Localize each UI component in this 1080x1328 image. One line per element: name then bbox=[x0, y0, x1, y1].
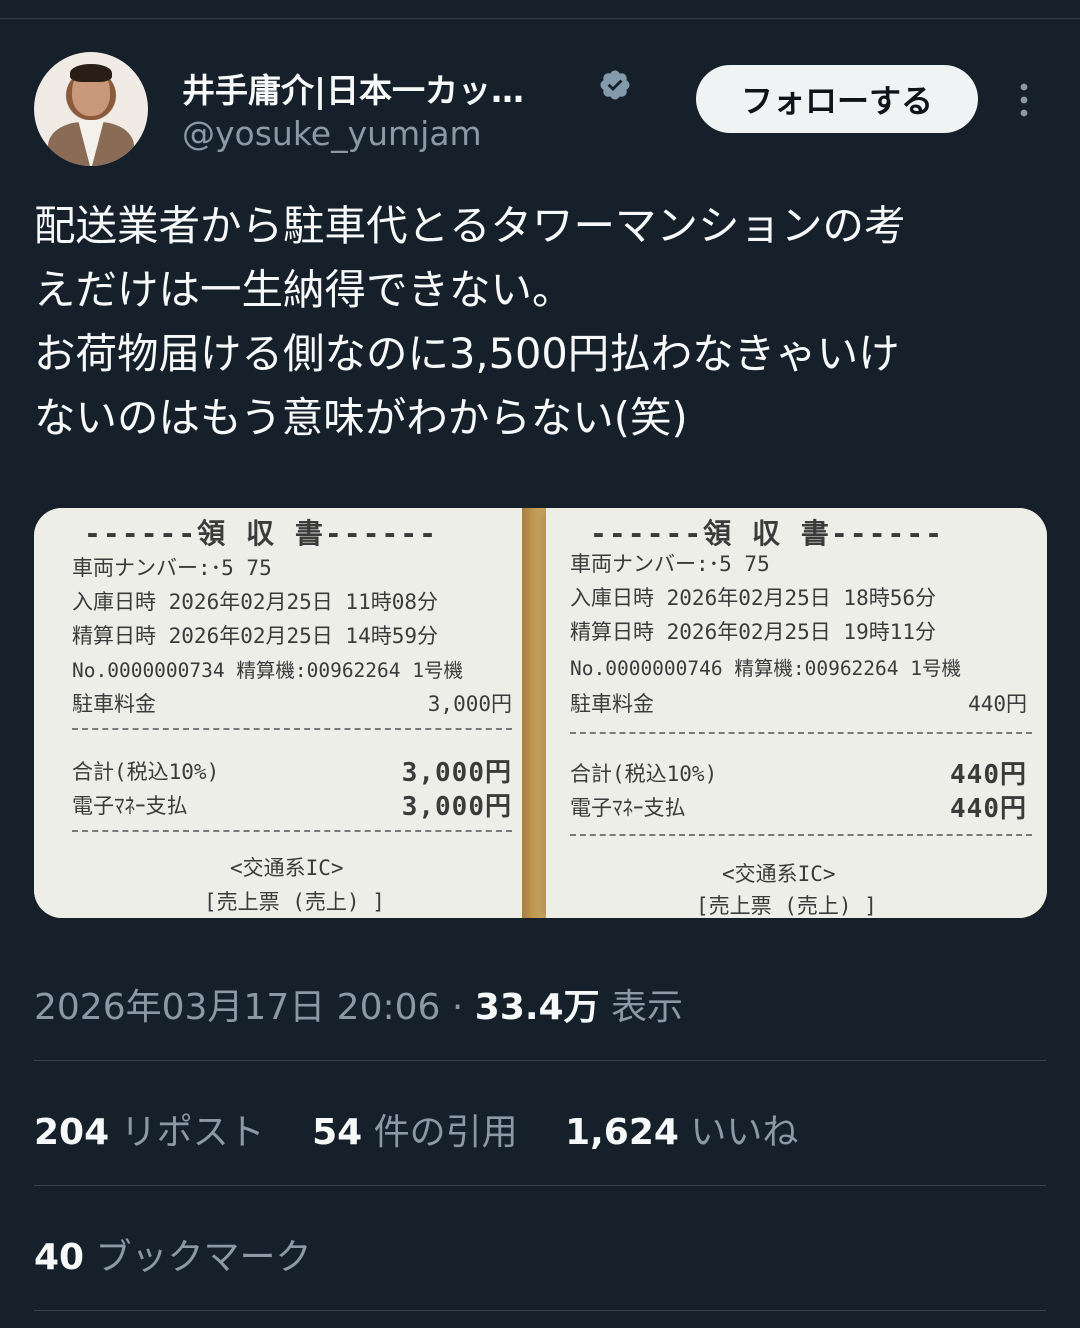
receipt-fee-label: 駐車料金 bbox=[570, 692, 654, 716]
reposts-stat[interactable]: 204 リポスト bbox=[34, 1103, 265, 1155]
tweet-text: 配送業者から駐車代とるタワーマンションの考 えだけは一生納得できない。 お荷物届… bbox=[34, 201, 906, 442]
quotes-label: 件の引用 bbox=[362, 1112, 518, 1153]
bookmarks-count: 40 bbox=[34, 1237, 85, 1278]
receipt-ic: <交通系IC> bbox=[722, 862, 836, 886]
receipt-vehicle: 車両ナンバー:･5 75 bbox=[72, 556, 272, 580]
receipt-settle: 精算日時 2026年02月25日 14時59分 bbox=[72, 624, 439, 648]
receipt-machine: No.0000000734 精算機:00962264 1号機 bbox=[72, 659, 463, 682]
receipt-machine: No.0000000746 精算機:00962264 1号機 bbox=[570, 657, 961, 680]
receipt-rule bbox=[72, 830, 512, 832]
receipt-total-value: 440円 bbox=[950, 760, 1027, 790]
tweet-meta: 2026年03月17日 20:06 · 33.4万 表示 bbox=[34, 978, 683, 1030]
receipt-rule bbox=[570, 732, 1032, 734]
divider bbox=[34, 1060, 1046, 1061]
receipt-fee-value: 3,000円 bbox=[427, 692, 512, 716]
receipt-fee-label: 駐車料金 bbox=[72, 692, 156, 716]
receipt-vehicle: 車両ナンバー:･5 75 bbox=[570, 552, 770, 576]
receipt-sales: [売上票 (売上) ] bbox=[204, 890, 385, 914]
verified-badge-icon bbox=[600, 70, 630, 100]
author-avatar[interactable] bbox=[34, 52, 148, 166]
receipt-title: ------領 収 書------ bbox=[84, 517, 439, 550]
receipt-title: ------領 収 書------ bbox=[590, 517, 945, 550]
divider bbox=[34, 1185, 1046, 1186]
quotes-count: 54 bbox=[312, 1112, 363, 1153]
meta-separator: · bbox=[440, 987, 475, 1028]
photo-background bbox=[522, 508, 546, 918]
receipt-entry: 入庫日時 2026年02月25日 18時56分 bbox=[570, 586, 937, 610]
likes-label: いいね bbox=[678, 1112, 799, 1153]
author-display-name[interactable]: 井手庸介|日本一カッ… bbox=[182, 64, 524, 112]
receipt-total-label: 合計(税込10%) bbox=[72, 760, 220, 784]
receipt-emoney-label: 電子ﾏﾈｰ支払 bbox=[570, 796, 686, 820]
receipt-right: ------領 収 書------ 車両ナンバー:･5 75 入庫日時 2026… bbox=[546, 508, 1047, 918]
engagement-stats: 204 リポスト 54 件の引用 1,624 いいね bbox=[34, 1103, 834, 1155]
receipt-entry: 入庫日時 2026年02月25日 11時08分 bbox=[72, 590, 439, 614]
bookmarks-label: ブックマーク bbox=[84, 1237, 312, 1278]
receipt-settle: 精算日時 2026年02月25日 19時11分 bbox=[570, 620, 937, 644]
receipt-emoney-value: 3,000円 bbox=[401, 792, 512, 822]
quotes-stat[interactable]: 54 件の引用 bbox=[312, 1103, 518, 1155]
receipt-fee-value: 440円 bbox=[968, 692, 1027, 716]
receipt-total-value: 3,000円 bbox=[401, 758, 512, 788]
follow-button[interactable]: フォローする bbox=[696, 65, 978, 133]
divider bbox=[34, 1310, 1046, 1311]
receipt-ic: <交通系IC> bbox=[230, 856, 344, 880]
views-label: 表示 bbox=[599, 987, 684, 1028]
receipt-sales: [売上票 (売上) ] bbox=[696, 894, 877, 918]
reposts-label: リポスト bbox=[109, 1112, 265, 1153]
bookmarks-stat[interactable]: 40 ブックマーク bbox=[34, 1228, 312, 1280]
views-count: 33.4万 bbox=[474, 987, 600, 1028]
top-divider bbox=[0, 18, 1080, 19]
more-vertical-icon[interactable] bbox=[1012, 80, 1036, 120]
receipt-rule bbox=[72, 728, 512, 730]
likes-stat[interactable]: 1,624 いいね bbox=[565, 1103, 798, 1155]
author-handle[interactable]: @yosuke_yumjam bbox=[182, 114, 482, 153]
tweet-photo[interactable]: ------領 収 書------ 車両ナンバー:･5 75 入庫日時 2026… bbox=[34, 508, 1047, 918]
receipt-total-label: 合計(税込10%) bbox=[570, 762, 718, 786]
tweet-timestamp[interactable]: 2026年03月17日 20:06 bbox=[34, 987, 440, 1028]
likes-count: 1,624 bbox=[565, 1112, 679, 1153]
receipt-left: ------領 収 書------ 車両ナンバー:･5 75 入庫日時 2026… bbox=[34, 508, 522, 918]
receipt-emoney-value: 440円 bbox=[950, 794, 1027, 824]
reposts-count: 204 bbox=[34, 1112, 110, 1153]
receipt-rule bbox=[570, 834, 1032, 836]
receipt-emoney-label: 電子ﾏﾈｰ支払 bbox=[72, 794, 188, 818]
